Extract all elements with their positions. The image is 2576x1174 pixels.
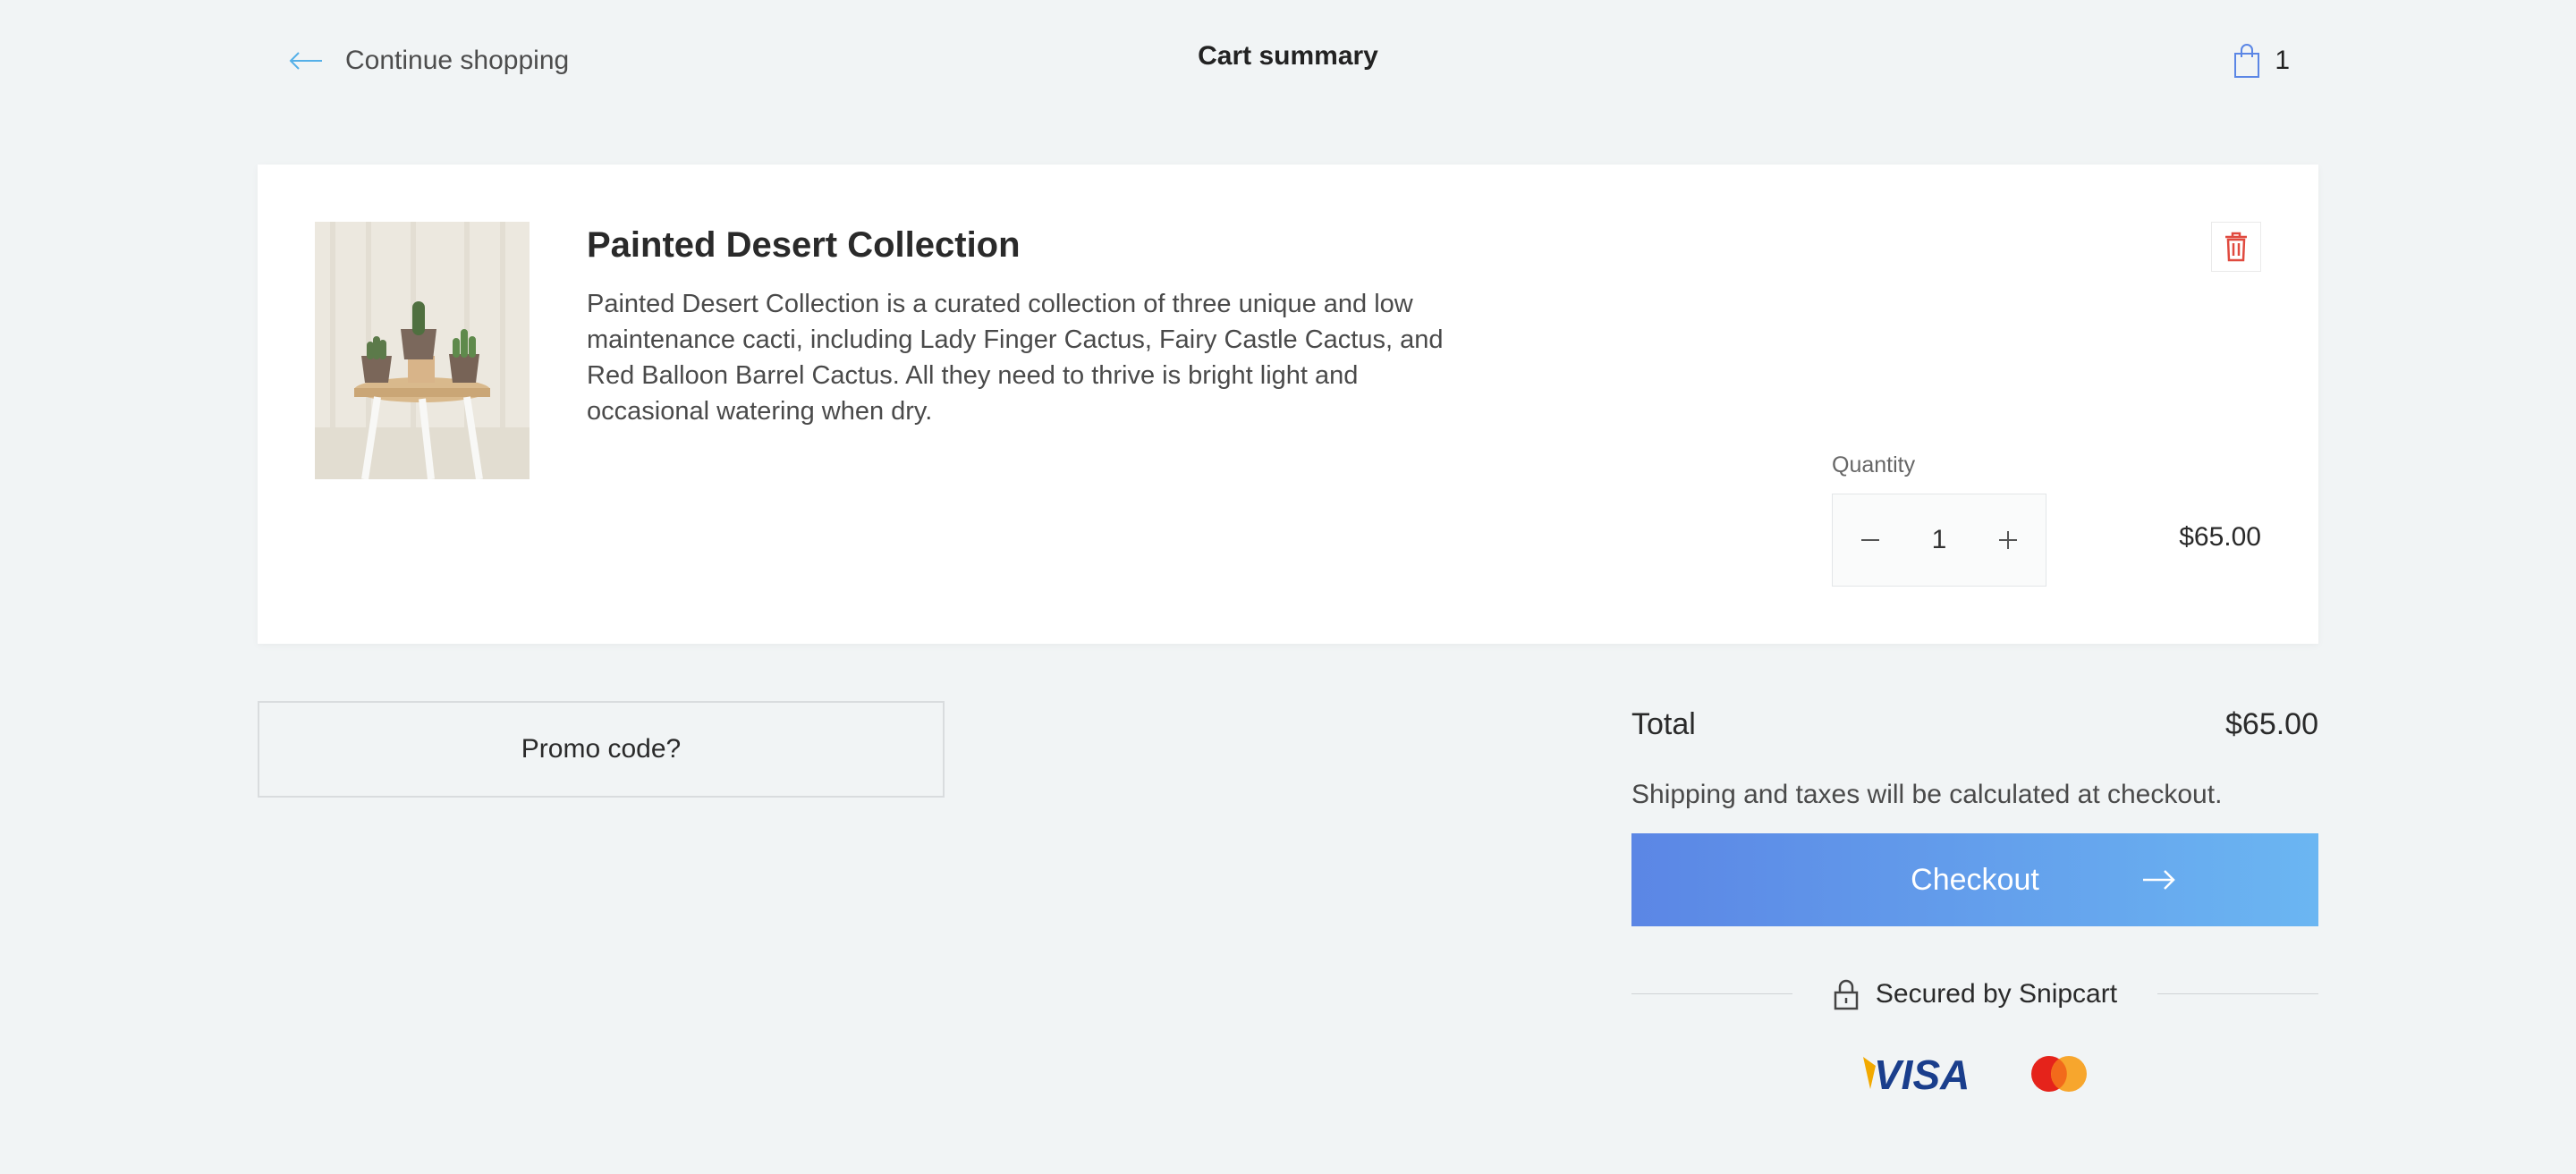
total-label: Total <box>1631 706 1696 741</box>
decrease-quantity-button[interactable] <box>1858 528 1883 553</box>
order-summary: Total $65.00 Shipping and taxes will be … <box>1631 701 2318 1094</box>
cart-count-value: 1 <box>2275 46 2290 75</box>
mastercard-logo <box>2031 1056 2087 1092</box>
quantity-stepper: 1 <box>1832 494 2046 587</box>
shopping-bag-icon <box>2234 44 2260 78</box>
product-description: Painted Desert Collection is a curated c… <box>587 290 1444 426</box>
arrow-right-icon <box>2143 870 2175 890</box>
product-name: Painted Desert Collection <box>587 225 1021 265</box>
promo-code-label: Promo code? <box>521 734 682 764</box>
remove-item-button[interactable] <box>2211 222 2261 272</box>
cart-item-card: Painted Desert Collection Painted Desert… <box>258 165 2318 644</box>
divider-left <box>1631 993 1792 994</box>
cactus-illustration <box>315 222 530 479</box>
product-image <box>315 222 530 479</box>
page-title: Cart summary <box>1198 41 1378 71</box>
minus-icon <box>1861 539 1879 541</box>
increase-quantity-button[interactable] <box>1996 528 2021 553</box>
lock-icon <box>1834 979 1859 1010</box>
svg-text:VISA: VISA <box>1874 1053 1970 1094</box>
shipping-note: Shipping and taxes will be calculated at… <box>1631 780 2223 809</box>
visa-logo: VISA <box>1863 1053 1970 1094</box>
cart-count-button[interactable]: 1 <box>2232 41 2290 80</box>
checkout-button[interactable]: Checkout <box>1631 833 2318 926</box>
item-price: $65.00 <box>2179 522 2261 552</box>
secured-by-badge: Secured by Snipcart <box>1631 975 2318 1014</box>
payment-logos: VISA <box>1631 1053 2318 1094</box>
secured-by-label: Secured by Snipcart <box>1875 979 2118 1009</box>
cart-header: Continue shopping Cart summary 1 <box>258 0 2318 122</box>
promo-code-button[interactable]: Promo code? <box>258 701 945 798</box>
quantity-value: 1 <box>1931 525 1947 554</box>
plus-icon <box>1999 531 2017 549</box>
trash-icon <box>2225 232 2247 262</box>
total-row: Total $65.00 <box>1631 705 2318 744</box>
divider-right <box>2157 993 2318 994</box>
total-value: $65.00 <box>2225 706 2318 741</box>
quantity-label: Quantity <box>1832 452 1916 477</box>
checkout-label: Checkout <box>1911 862 2039 897</box>
